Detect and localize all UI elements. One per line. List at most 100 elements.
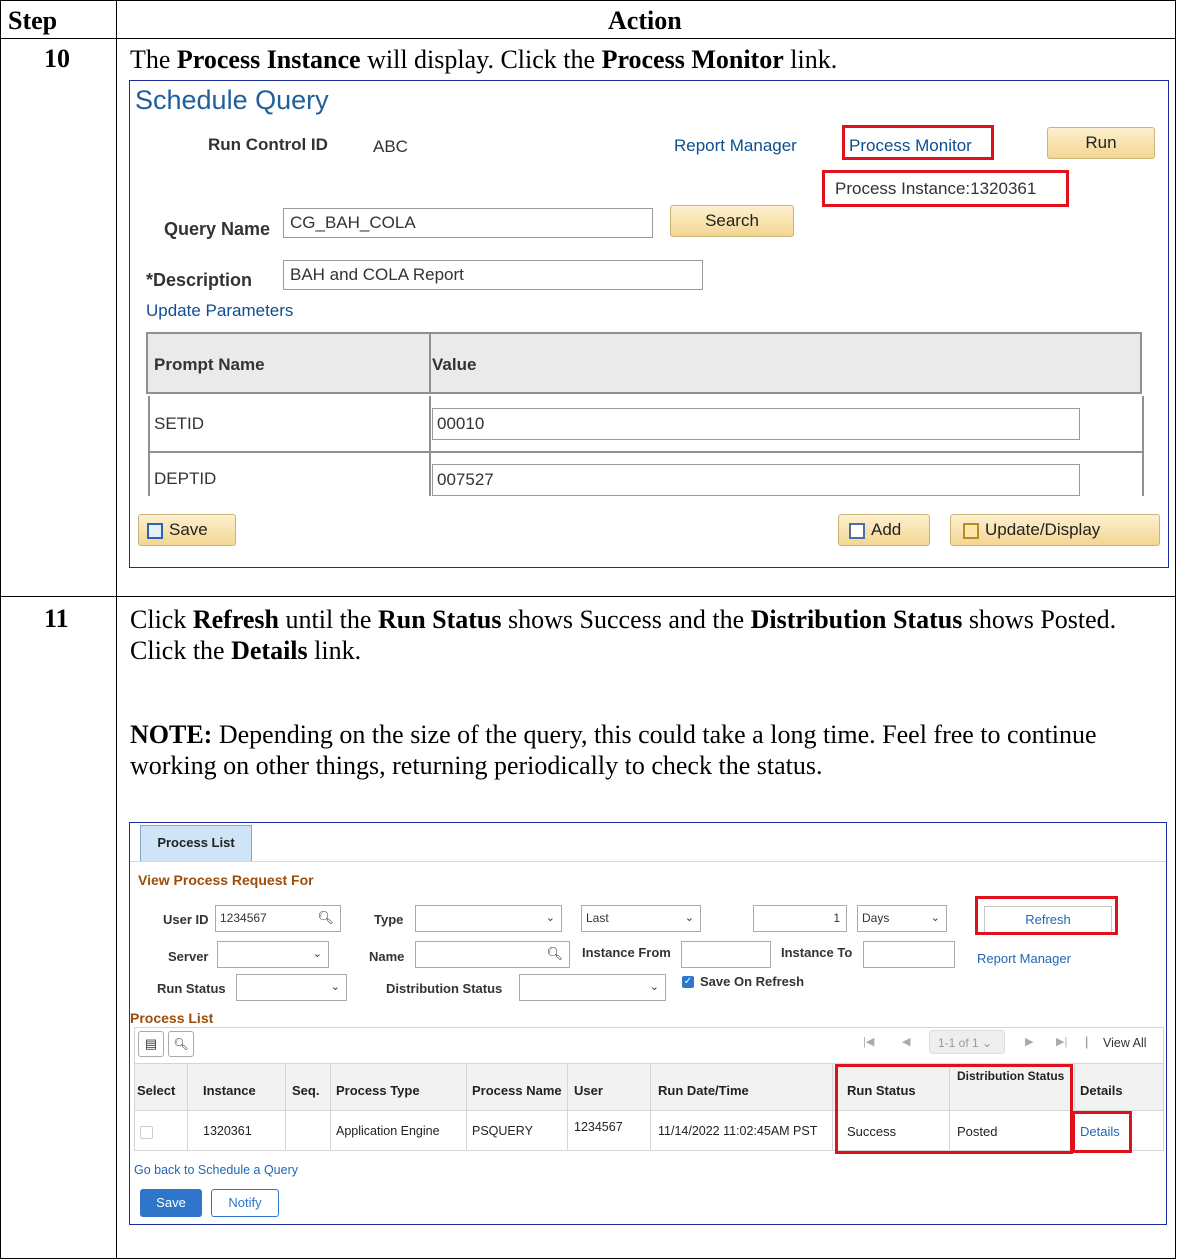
- run-status-label: Run Status: [157, 981, 226, 996]
- step-11-note: NOTE: Depending on the size of the query…: [130, 720, 1097, 780]
- process-list-section-title: Process List: [130, 1010, 214, 1026]
- step-11-instruction: Click Refresh until the Run Status shows…: [130, 605, 1117, 665]
- save-button[interactable]: Save: [140, 1189, 202, 1217]
- previous-page-icon[interactable]: ◀: [902, 1035, 910, 1048]
- col-line: [567, 1063, 568, 1151]
- chevron-down-icon: ⌄: [684, 912, 694, 924]
- chevron-down-icon: ⌄: [330, 981, 340, 993]
- update-display-icon: [963, 522, 979, 539]
- update-parameters-link[interactable]: Update Parameters: [146, 301, 293, 321]
- highlight-status-columns: [835, 1064, 1073, 1154]
- save-on-refresh-checkbox[interactable]: ✓: [682, 976, 694, 988]
- col-process-name-header: Process Name: [472, 1083, 562, 1098]
- cell-user: 1234567: [574, 1120, 623, 1134]
- find-grid-icon[interactable]: 🔍︎: [168, 1031, 194, 1057]
- query-name-label: Query Name: [164, 219, 271, 239]
- report-manager-link[interactable]: Report Manager: [674, 136, 797, 156]
- cell-instance: 1320361: [203, 1124, 252, 1138]
- setid-value-input[interactable]: 00010: [432, 408, 1080, 440]
- col-line: [466, 1063, 467, 1151]
- save-button[interactable]: Save: [138, 514, 236, 546]
- col-line: [650, 1063, 651, 1151]
- distribution-status-label: Distribution Status: [386, 981, 503, 996]
- step-number-11: 11: [44, 604, 69, 633]
- grid-toolbar: [134, 1027, 1164, 1063]
- col-details-header: Details: [1080, 1083, 1123, 1098]
- days-count-input[interactable]: 1: [753, 905, 847, 932]
- pagination-select[interactable]: 1-1 of 1 ⌄: [929, 1030, 1005, 1054]
- col-instance-header: Instance: [203, 1083, 256, 1098]
- highlight-process-monitor: [842, 125, 994, 160]
- header-step: Step: [8, 6, 58, 35]
- col-select-header: Select: [137, 1083, 176, 1098]
- name-lookup-icon[interactable]: 🔍︎: [546, 942, 563, 966]
- tab-underline: [130, 861, 1166, 862]
- user-id-label: User ID: [163, 912, 209, 927]
- notify-button[interactable]: Notify: [211, 1189, 279, 1217]
- deptid-prompt: DEPTID: [154, 469, 217, 488]
- highlight-refresh: [975, 896, 1118, 935]
- save-on-refresh-label: Save On Refresh: [700, 974, 805, 989]
- view-all-link[interactable]: View All: [1103, 1036, 1147, 1050]
- page-title: Schedule Query: [135, 85, 329, 115]
- distribution-status-select[interactable]: ⌄: [519, 974, 666, 1001]
- prompt-grid-header: [146, 332, 1142, 394]
- last-page-icon[interactable]: ▶|: [1056, 1035, 1067, 1048]
- run-control-label: Run Control ID: [208, 135, 328, 154]
- name-label: Name: [369, 949, 405, 964]
- go-back-link[interactable]: Go back to Schedule a Query: [134, 1163, 298, 1177]
- run-control-value: ABC: [373, 137, 408, 156]
- add-button[interactable]: Add: [838, 514, 930, 546]
- type-label: Type: [374, 912, 404, 927]
- report-manager-link[interactable]: Report Manager: [977, 951, 1071, 966]
- col-line: [330, 1063, 331, 1151]
- tab-process-list[interactable]: Process List: [140, 825, 252, 861]
- chevron-down-icon: ⌄: [545, 912, 555, 924]
- query-name-input[interactable]: CG_BAH_COLA: [283, 208, 653, 238]
- days-unit-select[interactable]: Days ⌄: [857, 905, 947, 932]
- cell-run-datetime: 11/14/2022 11:02:45AM PST: [658, 1124, 818, 1138]
- process-name-input[interactable]: 🔍︎: [415, 941, 570, 968]
- server-select[interactable]: ⌄: [217, 941, 329, 968]
- value-header: Value: [432, 355, 477, 374]
- row-select-checkbox[interactable]: [140, 1126, 153, 1139]
- col-line: [285, 1063, 286, 1151]
- cell-process-name: PSQUERY: [472, 1124, 533, 1138]
- user-id-input[interactable]: 1234567 🔍︎: [215, 905, 341, 932]
- col-seq-header: Seq.: [292, 1083, 320, 1098]
- type-select[interactable]: ⌄: [415, 905, 562, 932]
- run-button[interactable]: Run: [1047, 127, 1155, 159]
- col-run-datetime-header: Run Date/Time: [658, 1083, 749, 1098]
- period-select[interactable]: Last ⌄: [581, 905, 701, 932]
- col-line: [832, 1063, 833, 1151]
- column-divider: [116, 0, 117, 1259]
- highlight-details: [1072, 1111, 1132, 1153]
- view-process-request-title: View Process Request For: [138, 872, 314, 888]
- search-button[interactable]: Search: [670, 205, 794, 237]
- grid-row-divider: [148, 451, 1144, 453]
- instance-to-input[interactable]: [863, 941, 955, 968]
- chevron-down-icon: ⌄: [930, 912, 940, 924]
- col-line: [187, 1063, 188, 1151]
- save-disk-icon: [147, 522, 163, 539]
- first-page-icon[interactable]: |◀: [863, 1035, 874, 1048]
- header-action: Action: [608, 6, 682, 35]
- cell-process-type: Application Engine: [336, 1124, 440, 1138]
- setid-prompt: SETID: [154, 414, 205, 433]
- step-10-instruction: The Process Instance will display. Click…: [130, 45, 838, 74]
- instance-from-input[interactable]: [681, 941, 771, 968]
- prompt-name-header: Prompt Name: [154, 355, 265, 374]
- personalize-grid-icon[interactable]: ▤: [138, 1031, 164, 1057]
- row-divider: [0, 596, 1176, 597]
- next-page-icon[interactable]: ▶: [1025, 1035, 1033, 1048]
- deptid-value-input[interactable]: 007527: [432, 464, 1080, 496]
- run-status-select[interactable]: ⌄: [236, 974, 347, 1001]
- instance-from-label: Instance From: [582, 945, 671, 960]
- server-label: Server: [168, 949, 209, 964]
- description-label: *Description: [146, 270, 253, 290]
- update-display-button[interactable]: Update/Display: [950, 514, 1160, 546]
- chevron-down-icon: ⌄: [649, 981, 659, 993]
- grid-col-divider: [429, 396, 431, 496]
- description-input[interactable]: BAH and COLA Report: [283, 260, 703, 290]
- user-id-lookup-icon[interactable]: 🔍︎: [317, 906, 334, 930]
